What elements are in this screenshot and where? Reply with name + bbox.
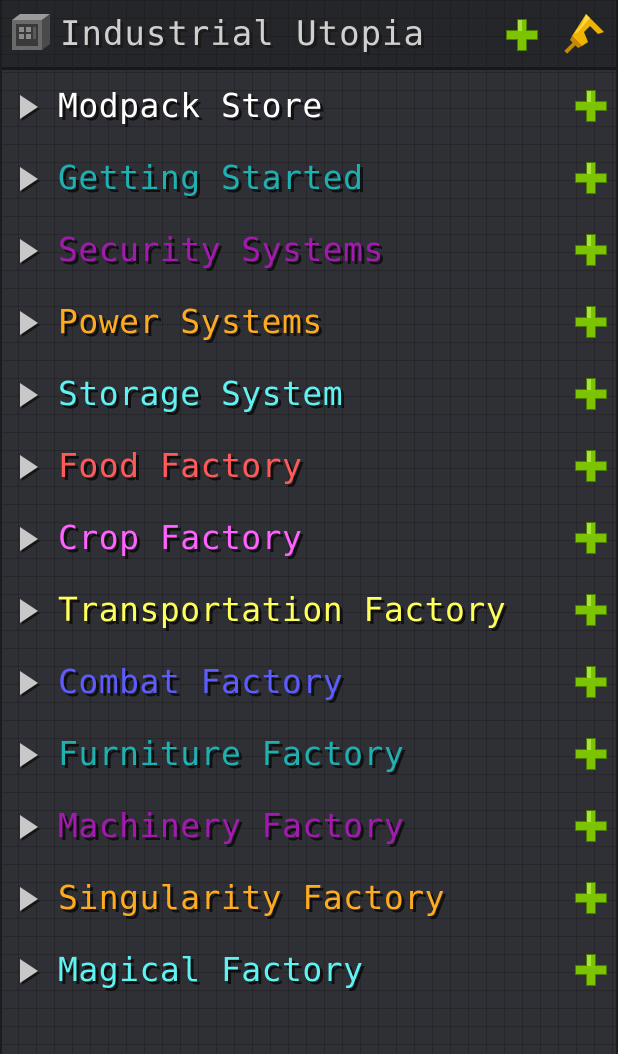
- chapter-row[interactable]: Food Factory: [2, 436, 618, 496]
- add-quest-button[interactable]: [573, 808, 609, 844]
- chapter-row[interactable]: Crop Factory: [2, 508, 618, 568]
- expand-arrow-icon[interactable]: [20, 815, 38, 839]
- chapter-row[interactable]: Machinery Factory: [2, 796, 618, 856]
- add-quest-button[interactable]: [573, 376, 609, 412]
- add-quest-button[interactable]: [573, 952, 609, 988]
- add-quest-button[interactable]: [573, 664, 609, 700]
- add-quest-button[interactable]: [573, 160, 609, 196]
- chapter-row[interactable]: Getting Started: [2, 148, 618, 208]
- chapter-label: Magical Factory: [58, 950, 364, 989]
- chapter-label: Food Factory: [58, 446, 303, 485]
- add-quest-button[interactable]: [573, 880, 609, 916]
- expand-arrow-icon[interactable]: [20, 959, 38, 983]
- chapter-label: Power Systems: [58, 302, 323, 341]
- expand-arrow-icon[interactable]: [20, 311, 38, 335]
- chapter-label: Crop Factory: [58, 518, 303, 557]
- add-quest-button[interactable]: [573, 736, 609, 772]
- expand-arrow-icon[interactable]: [20, 599, 38, 623]
- expand-arrow-icon[interactable]: [20, 383, 38, 407]
- add-quest-button[interactable]: [573, 304, 609, 340]
- chapter-row[interactable]: Magical Factory: [2, 940, 618, 1000]
- add-quest-button[interactable]: [573, 592, 609, 628]
- expand-arrow-icon[interactable]: [20, 527, 38, 551]
- expand-arrow-icon[interactable]: [20, 239, 38, 263]
- chapter-label: Machinery Factory: [58, 806, 405, 845]
- chapter-row[interactable]: Power Systems: [2, 292, 618, 352]
- chapter-row[interactable]: Singularity Factory: [2, 868, 618, 928]
- chapter-label: Storage System: [58, 374, 344, 413]
- page-title: Industrial Utopia: [60, 14, 425, 54]
- chapter-label: Modpack Store: [58, 86, 323, 125]
- machine-block-icon: [12, 14, 50, 50]
- chapter-row[interactable]: Storage System: [2, 364, 618, 424]
- add-quest-button[interactable]: [573, 448, 609, 484]
- expand-arrow-icon[interactable]: [20, 95, 38, 119]
- chapter-label: Transportation Factory: [58, 590, 507, 629]
- expand-arrow-icon[interactable]: [20, 455, 38, 479]
- chapter-label: Furniture Factory: [58, 734, 405, 773]
- panel-header: Industrial Utopia: [2, 0, 618, 70]
- chapter-label: Combat Factory: [58, 662, 344, 701]
- expand-arrow-icon[interactable]: [20, 743, 38, 767]
- expand-arrow-icon[interactable]: [20, 887, 38, 911]
- pin-icon[interactable]: [560, 12, 606, 58]
- add-chapter-button[interactable]: [504, 17, 540, 53]
- add-quest-button[interactable]: [573, 520, 609, 556]
- chapter-label: Getting Started: [58, 158, 364, 197]
- chapter-label: Singularity Factory: [58, 878, 445, 917]
- chapter-row[interactable]: Modpack Store: [2, 76, 618, 136]
- chapter-row[interactable]: Security Systems: [2, 220, 618, 280]
- add-quest-button[interactable]: [573, 88, 609, 124]
- chapter-label: Security Systems: [58, 230, 384, 269]
- expand-arrow-icon[interactable]: [20, 671, 38, 695]
- add-quest-button[interactable]: [573, 232, 609, 268]
- chapter-row[interactable]: Transportation Factory: [2, 580, 618, 640]
- quest-chapter-panel: Industrial Utopia Modpack Store Getting S…: [0, 0, 618, 1054]
- chapter-row[interactable]: Combat Factory: [2, 652, 618, 712]
- expand-arrow-icon[interactable]: [20, 167, 38, 191]
- chapter-row[interactable]: Furniture Factory: [2, 724, 618, 784]
